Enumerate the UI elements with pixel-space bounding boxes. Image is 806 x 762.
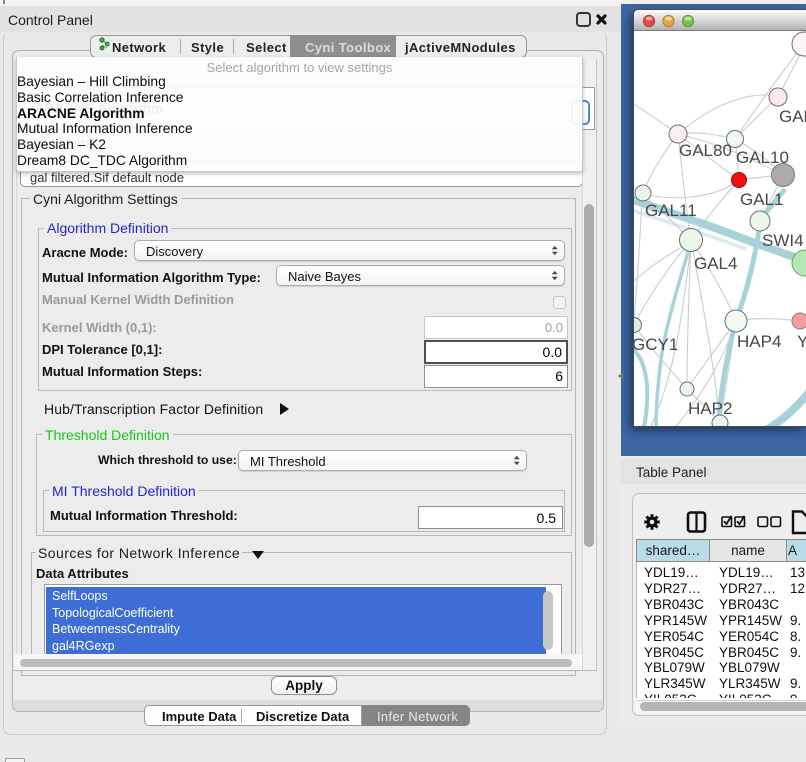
svg-text:GAL11: GAL11 bbox=[645, 201, 697, 220]
svg-text:GCY1: GCY1 bbox=[634, 335, 678, 354]
svg-text:GAL10: GAL10 bbox=[736, 148, 789, 167]
svg-text:GAL1: GAL1 bbox=[740, 190, 783, 209]
svg-text:YEL0: YEL0 bbox=[797, 332, 806, 351]
svg-text:HAP4: HAP4 bbox=[737, 332, 781, 351]
svg-text:GAL80: GAL80 bbox=[679, 141, 732, 160]
svg-text:HAP2: HAP2 bbox=[688, 399, 732, 418]
svg-text:GAL4: GAL4 bbox=[694, 254, 737, 273]
svg-text:SWI4: SWI4 bbox=[762, 231, 804, 250]
svg-text:GAL7: GAL7 bbox=[779, 107, 806, 126]
